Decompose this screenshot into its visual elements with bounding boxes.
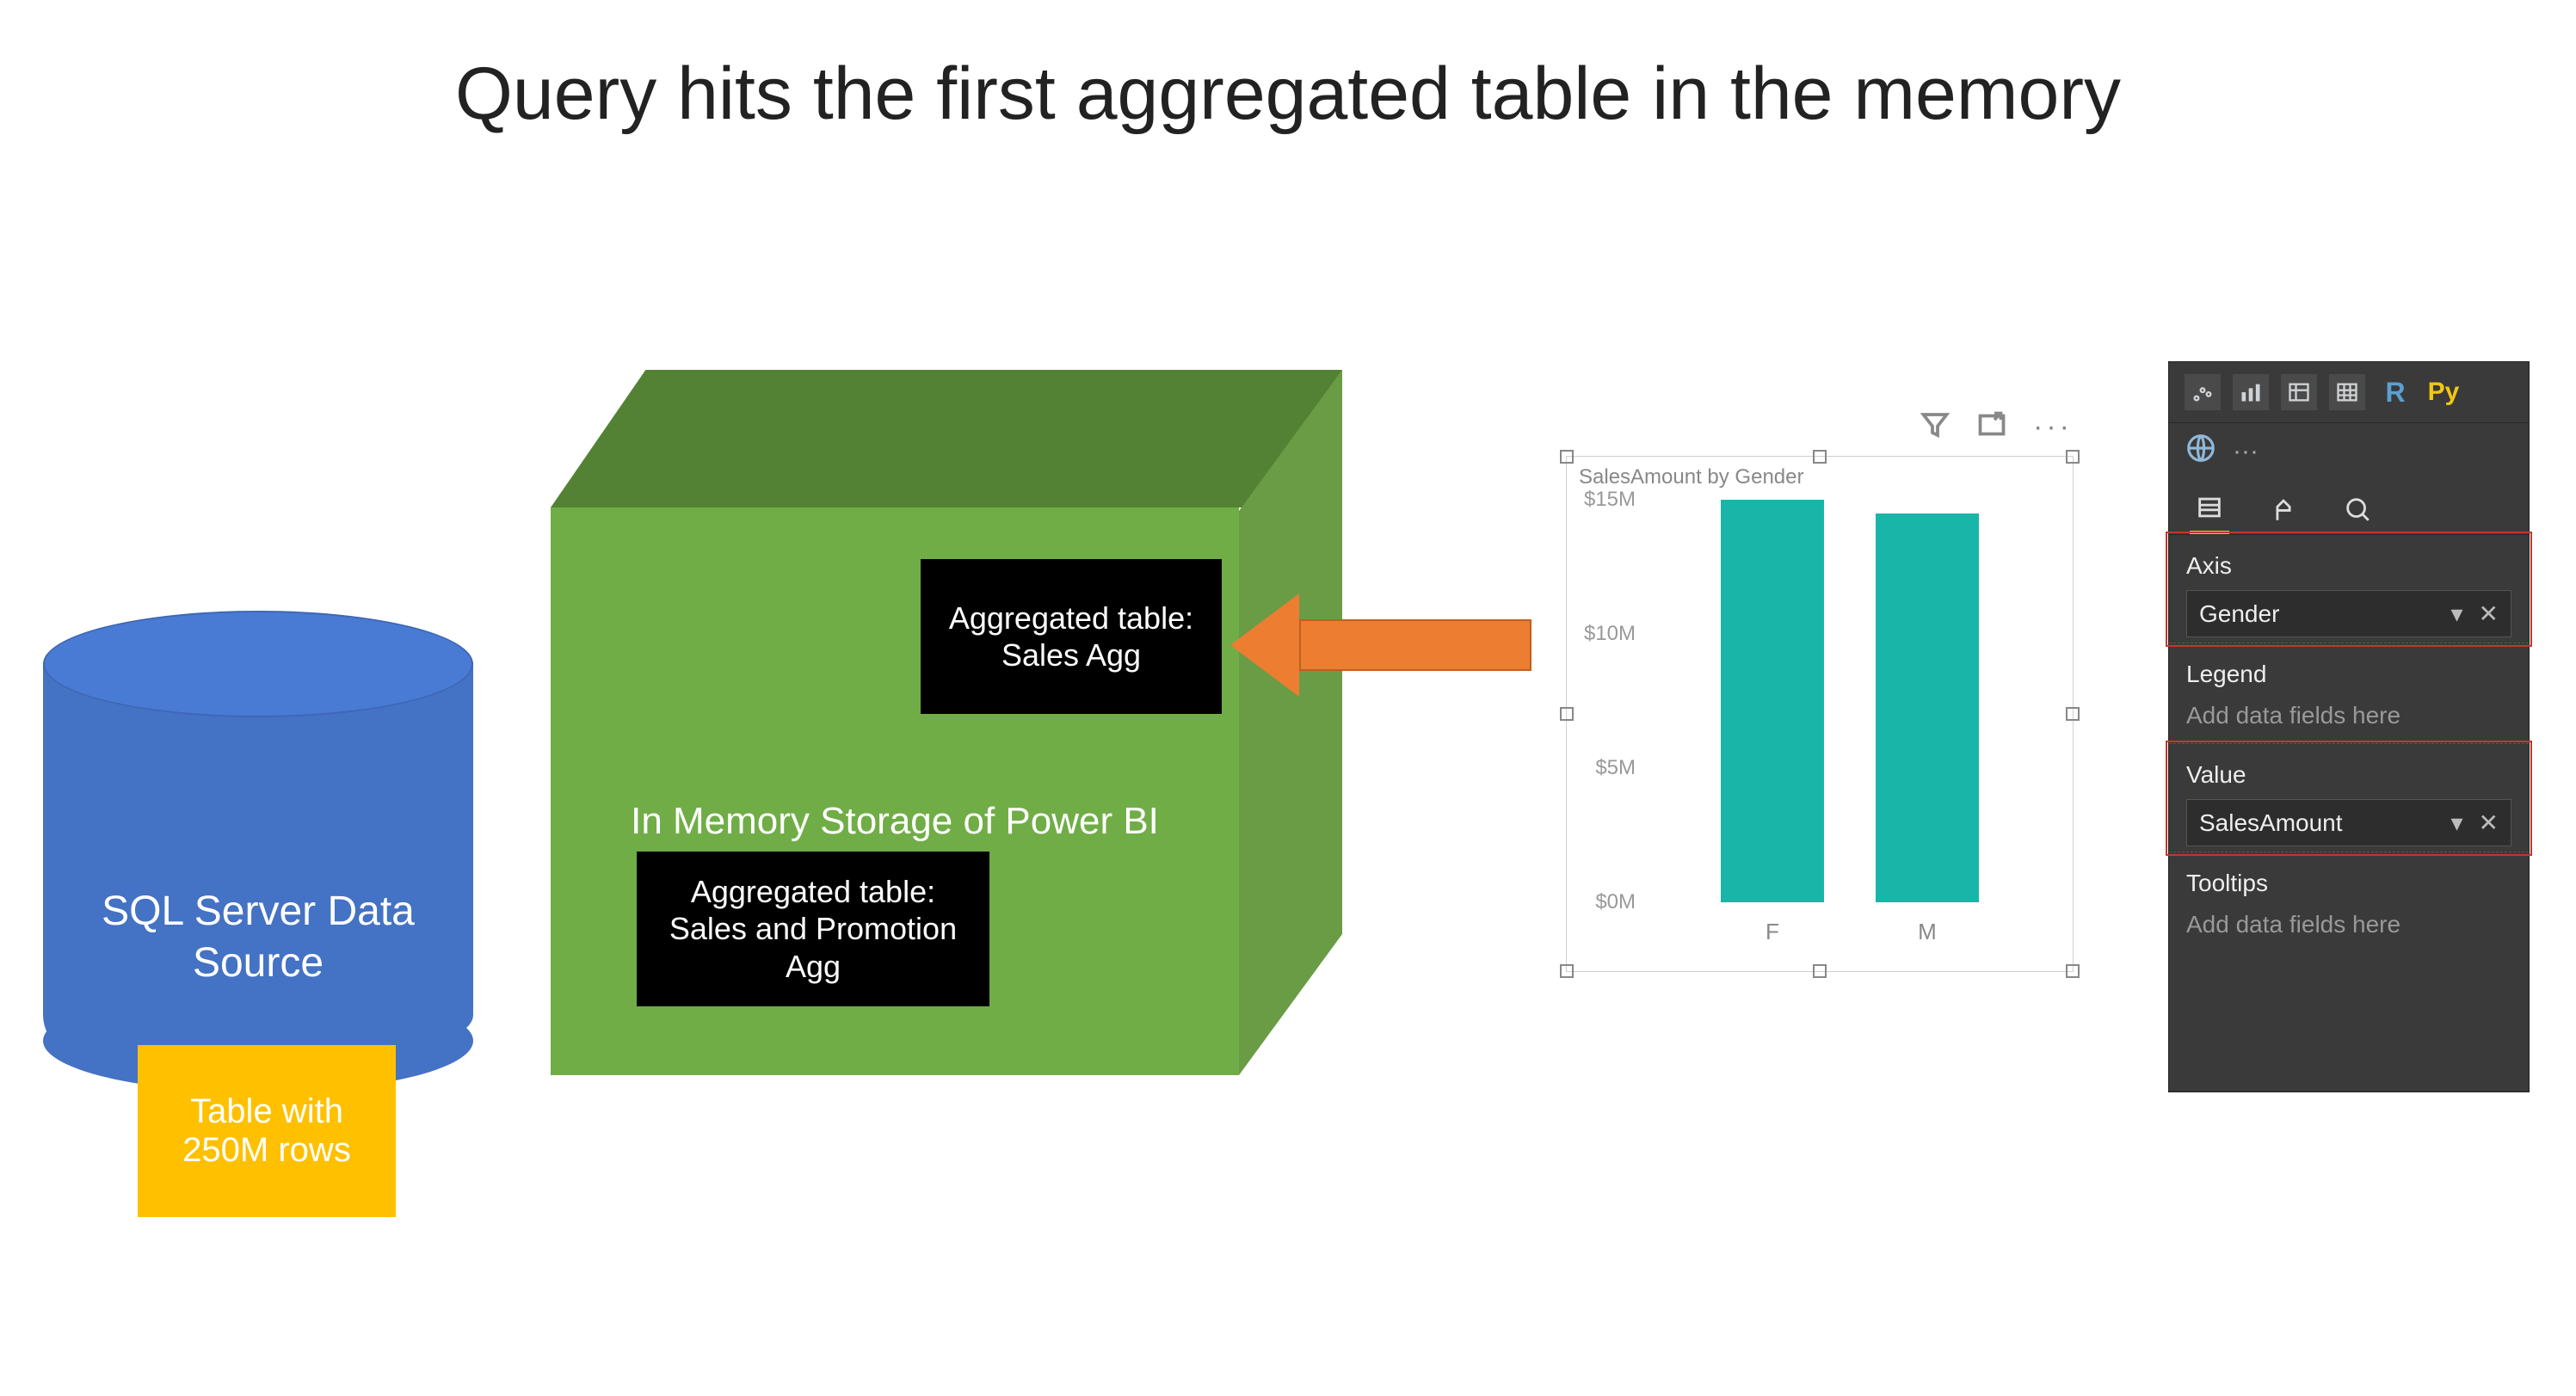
remove-field-icon[interactable]: ✕ xyxy=(2479,600,2499,628)
y-axis-tick: $5M xyxy=(1575,756,1636,780)
viz-table-icon[interactable] xyxy=(2281,374,2317,410)
y-axis-tick: $15M xyxy=(1575,488,1636,512)
x-axis-tick: M xyxy=(1876,919,1979,945)
values-well-label: Value xyxy=(2186,756,2511,794)
bar-chart-visual[interactable]: ··· SalesAmount by Gender $0M$5M$10M$15M… xyxy=(1566,456,2074,972)
chevron-down-icon[interactable]: ▾ xyxy=(2450,600,2462,628)
chevron-down-icon[interactable]: ▾ xyxy=(2450,809,2462,837)
resize-handle[interactable] xyxy=(1813,450,1827,464)
legend-well-label: Legend xyxy=(2186,655,2511,693)
format-tab-icon[interactable] xyxy=(2264,495,2303,534)
values-field-pill[interactable]: SalesAmount ▾ ✕ xyxy=(2186,799,2511,846)
more-options-icon[interactable]: ··· xyxy=(2033,410,2073,444)
values-well[interactable]: Value SalesAmount ▾ ✕ xyxy=(2169,744,2529,852)
globe-icon[interactable] xyxy=(2185,432,2217,470)
tooltips-well-label: Tooltips xyxy=(2186,864,2511,902)
viz-py-icon[interactable]: Py xyxy=(2425,374,2462,410)
remove-field-icon[interactable]: ✕ xyxy=(2479,809,2499,837)
sql-server-cylinder: SQL Server Data Source xyxy=(43,662,473,1067)
y-axis-tick: $10M xyxy=(1575,622,1636,646)
y-axis-tick: $0M xyxy=(1575,890,1636,914)
axis-well[interactable]: Axis Gender ▾ ✕ xyxy=(2169,535,2529,643)
focus-mode-icon[interactable] xyxy=(1976,409,2007,445)
fields-tab-icon[interactable] xyxy=(2190,495,2229,534)
page-title: Query hits the first aggregated table in… xyxy=(0,52,2576,137)
viz-combo-icon[interactable] xyxy=(2233,374,2269,410)
query-arrow xyxy=(1230,602,1531,688)
table-rows-badge: Table with 250M rows xyxy=(138,1045,396,1217)
resize-handle[interactable] xyxy=(1560,964,1574,978)
chart-plot-area: $0M$5M$10M$15MFM xyxy=(1644,500,2055,902)
chart-bar[interactable] xyxy=(1721,500,1824,902)
viz-scatter-icon[interactable] xyxy=(2185,374,2221,410)
filter-icon[interactable] xyxy=(1920,409,1950,445)
viz-r-icon[interactable]: R xyxy=(2377,374,2413,410)
more-viz-icon[interactable]: ··· xyxy=(2233,437,2259,466)
sql-source-label: SQL Server Data Source xyxy=(43,886,473,989)
x-axis-tick: F xyxy=(1721,919,1824,945)
resize-handle[interactable] xyxy=(2066,964,2080,978)
resize-handle[interactable] xyxy=(1560,450,1574,464)
legend-well[interactable]: Legend Add data fields here xyxy=(2169,643,2529,744)
values-field-name: SalesAmount xyxy=(2199,809,2343,837)
axis-well-label: Axis xyxy=(2186,547,2511,585)
resize-handle[interactable] xyxy=(2066,707,2080,721)
viz-matrix-icon[interactable] xyxy=(2329,374,2365,410)
resize-handle[interactable] xyxy=(1813,964,1827,978)
axis-field-pill[interactable]: Gender ▾ ✕ xyxy=(2186,590,2511,637)
tooltips-placeholder: Add data fields here xyxy=(2186,902,2511,947)
viz-type-row: R Py xyxy=(2169,362,2529,423)
analytics-tab-icon[interactable] xyxy=(2338,495,2377,534)
resize-handle[interactable] xyxy=(2066,450,2080,464)
aggregated-table-sales-promotion-agg: Aggregated table: Sales and Promotion Ag… xyxy=(637,852,989,1006)
visualizations-pane[interactable]: R Py ··· Axis Gender ▾ xyxy=(2168,361,2530,1092)
resize-handle[interactable] xyxy=(1560,707,1574,721)
legend-placeholder: Add data fields here xyxy=(2186,693,2511,738)
tooltips-well[interactable]: Tooltips Add data fields here xyxy=(2169,852,2529,952)
cube-title: In Memory Storage of Power BI xyxy=(551,800,1239,843)
chart-bar[interactable] xyxy=(1876,514,1979,902)
aggregated-table-sales-agg: Aggregated table: Sales Agg xyxy=(921,559,1222,714)
axis-field-name: Gender xyxy=(2199,600,2279,628)
